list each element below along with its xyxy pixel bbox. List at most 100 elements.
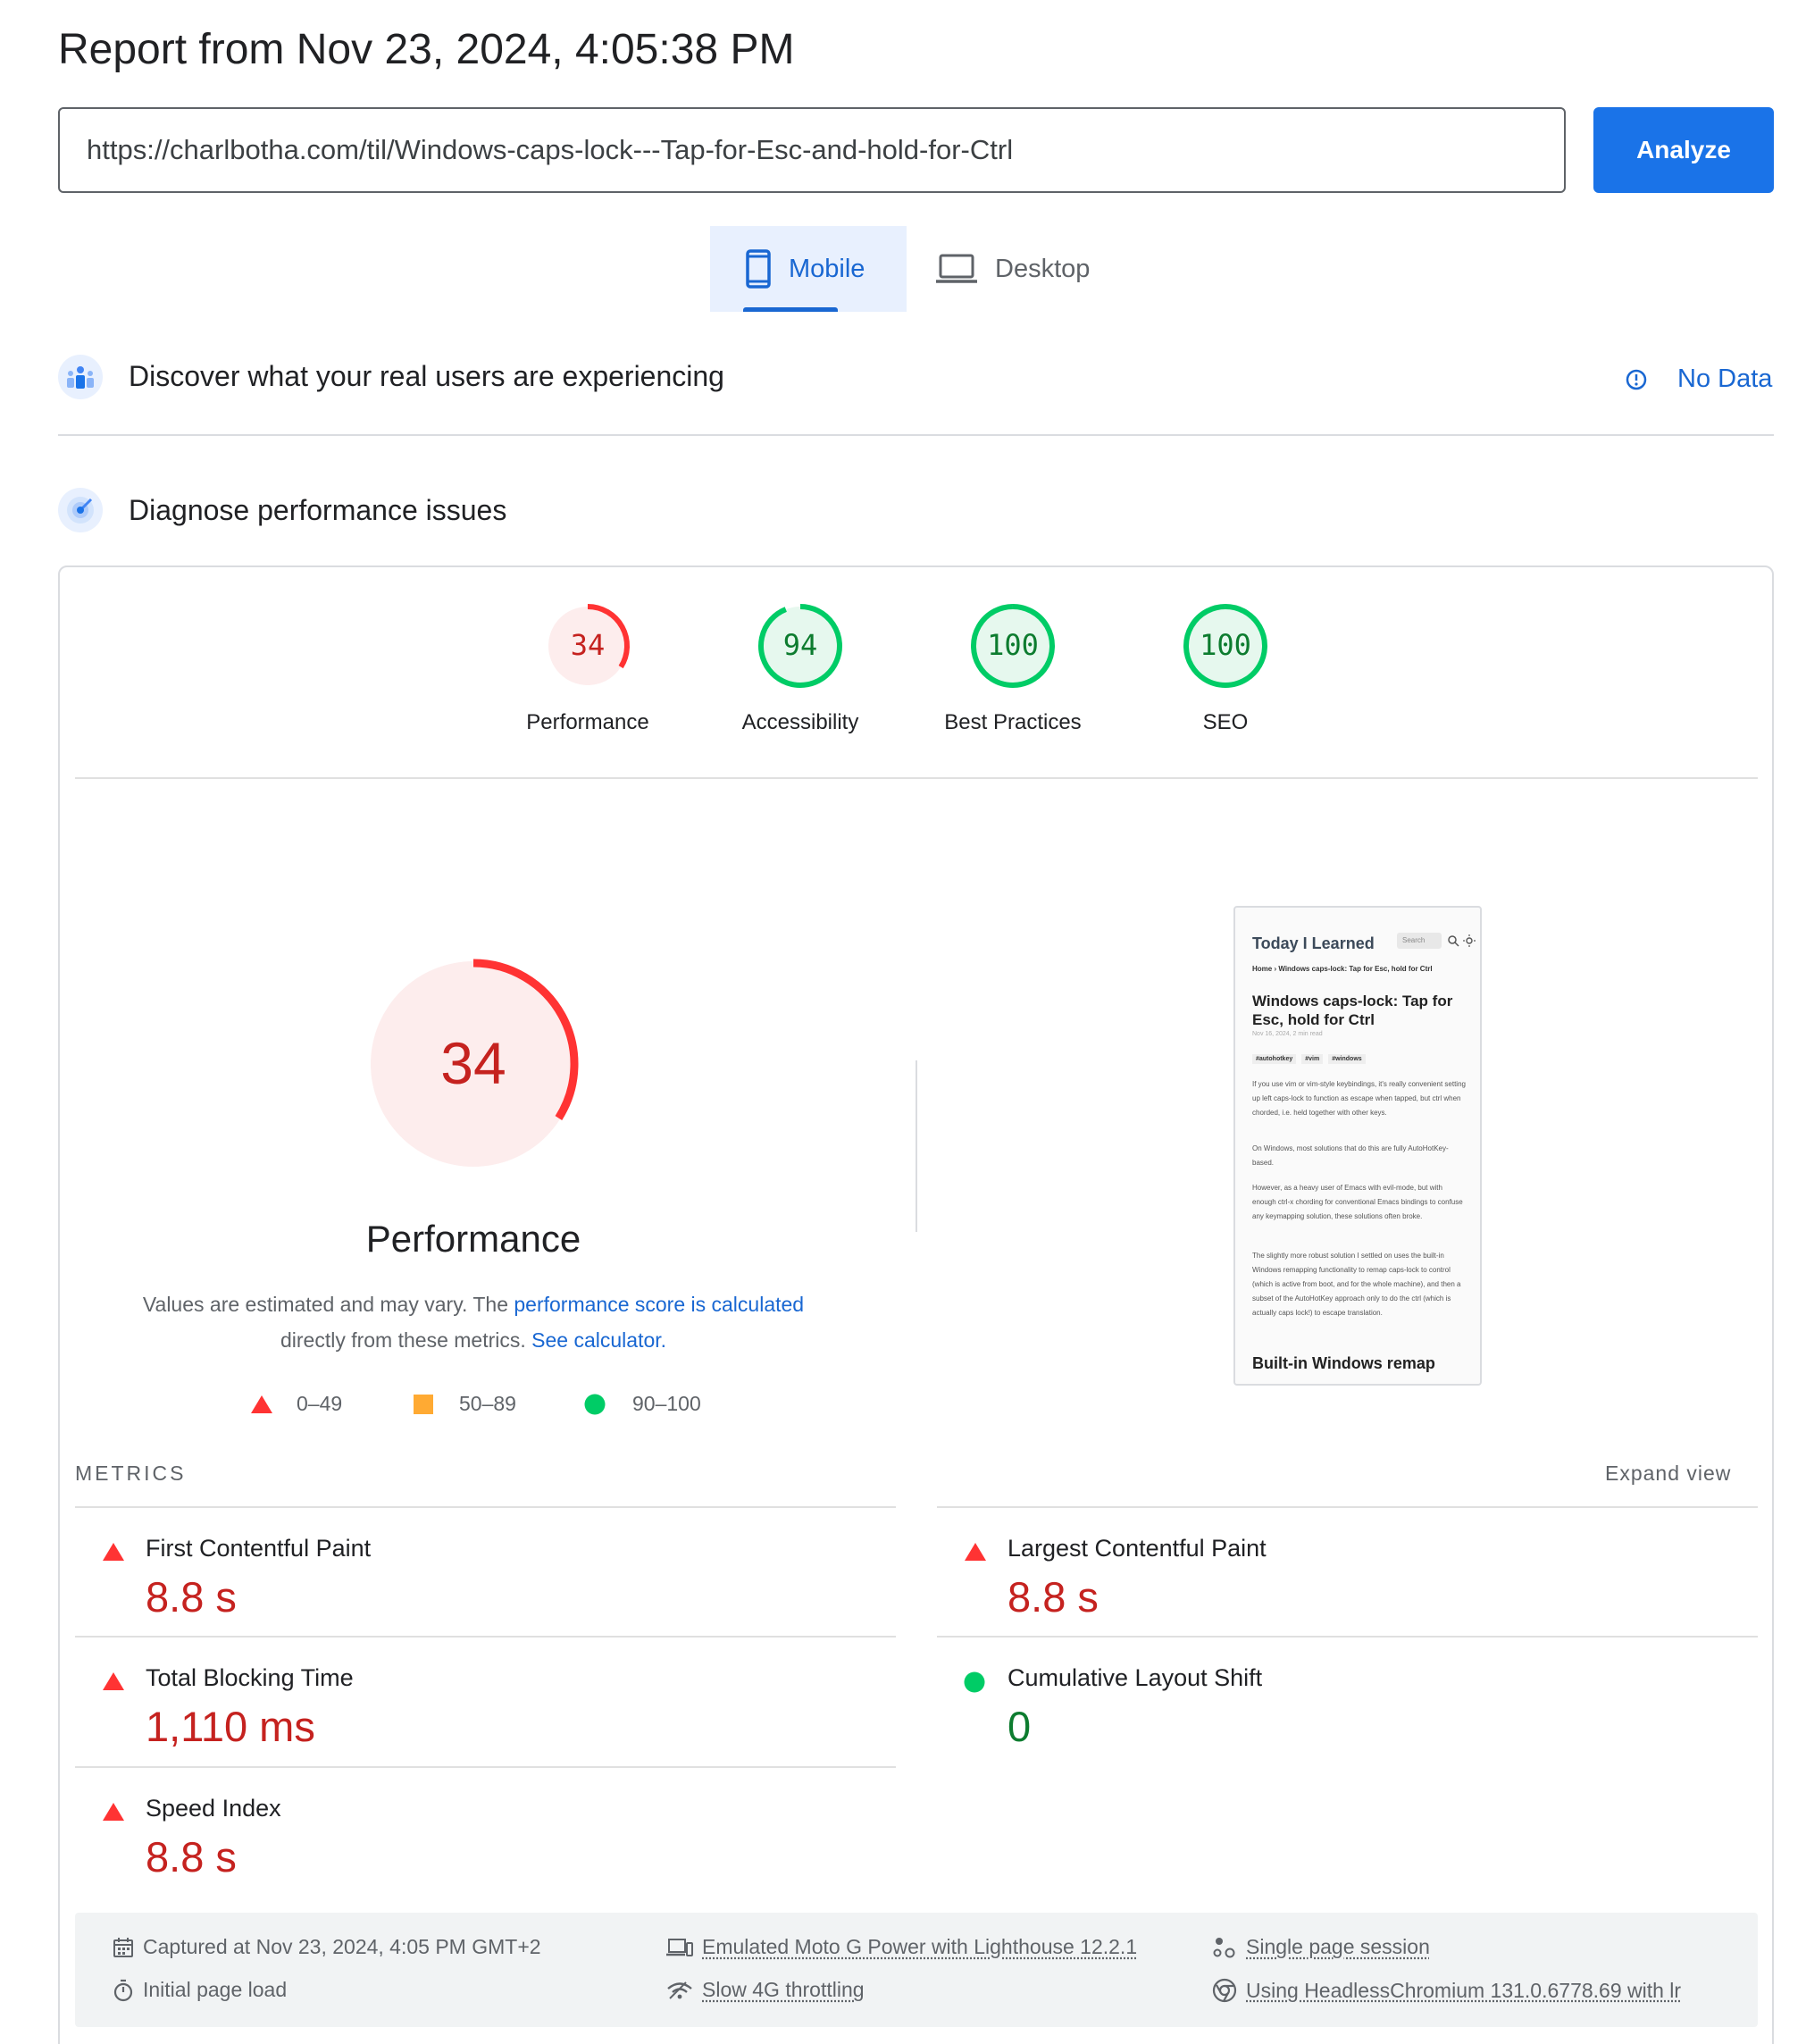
thumb-meta: Nov 16, 2024, 2 min read — [1252, 1031, 1323, 1037]
thumb-paragraph: The slightly more robust solution I sett… — [1252, 1252, 1461, 1317]
triangle-icon — [251, 1395, 272, 1413]
metric-label: Largest Contentful Paint — [1008, 1535, 1267, 1562]
fail-triangle-icon — [103, 1543, 124, 1561]
legend-average: 50–89 — [413, 1392, 516, 1416]
tab-desktop[interactable]: Desktop — [933, 226, 1112, 312]
score-gauge-accessibility[interactable]: 94 — [756, 601, 845, 691]
initial-page-load: Initial page load — [113, 1978, 287, 2002]
tab-desktop-label: Desktop — [995, 254, 1091, 283]
metrics-header: METRICS — [75, 1462, 187, 1485]
chrome-icon — [1212, 1978, 1237, 2003]
thumb-heading: Windows caps-lock: Tap for Esc, hold for… — [1252, 993, 1453, 1028]
metric-value: 8.8 s — [146, 1573, 237, 1621]
session-dots-icon — [1213, 1937, 1235, 1957]
load-text: Initial page load — [143, 1978, 288, 2001]
score-calculated-link[interactable]: performance score is calculated — [514, 1293, 804, 1316]
smartphone-icon — [746, 249, 771, 289]
legend-label: 0–49 — [297, 1392, 343, 1415]
network-throttling[interactable]: Slow 4G throttling — [666, 1978, 865, 2002]
gauge-label: Accessibility — [741, 710, 859, 734]
thumb-paragraph: On Windows, most solutions that do this … — [1252, 1144, 1449, 1167]
tab-mobile-label: Mobile — [789, 254, 865, 283]
gauge-score: 94 — [783, 628, 818, 662]
fail-triangle-icon — [103, 1672, 124, 1690]
devices-icon — [666, 1938, 693, 1956]
no-data-label: No Data — [1677, 364, 1773, 393]
metric-value: 8.8 s — [146, 1833, 237, 1881]
performance-description: Values are estimated and may vary. The p… — [80, 1286, 866, 1358]
gauge-label: Performance — [526, 710, 649, 734]
circle-icon — [584, 1394, 606, 1414]
see-calculator-link[interactable]: See calculator. — [531, 1328, 666, 1352]
thumb-paragraph: If you use vim or vim-style keybindings,… — [1252, 1080, 1466, 1117]
gauge-score: 100 — [1200, 628, 1251, 662]
big-gauge-score: 34 — [440, 1030, 506, 1096]
metric-cls: Cumulative Layout Shift 0 — [937, 1638, 1758, 1766]
page-title: Report from Nov 23, 2024, 4:05:38 PM — [58, 26, 795, 73]
thumb-tags: #autohotkey #vim #windows — [1252, 1054, 1366, 1064]
thumb-search-icon — [1448, 935, 1459, 947]
emulated-text[interactable]: Emulated Moto G Power with Lighthouse 12… — [702, 1935, 1137, 1959]
card-divider — [75, 777, 1758, 779]
captured-text: Captured at Nov 23, 2024, 4:05 PM GMT+2 — [143, 1935, 541, 1958]
metric-lcp: Largest Contentful Paint 8.8 s — [937, 1508, 1758, 1637]
thumb-search: Search — [1397, 933, 1442, 949]
crux-users-icon — [58, 355, 103, 399]
legend-label: 50–89 — [459, 1392, 516, 1415]
score-gauge-seo[interactable]: 100 — [1181, 601, 1270, 691]
thumb-tag: #autohotkey — [1252, 1054, 1297, 1064]
metric-si: Speed Index 8.8 s — [75, 1768, 896, 1897]
score-gauge-performance[interactable]: 34 — [543, 601, 632, 691]
tab-mobile[interactable]: Mobile — [710, 226, 907, 312]
captured-at: Captured at Nov 23, 2024, 4:05 PM GMT+2 — [113, 1935, 541, 1959]
url-input[interactable] — [60, 109, 1564, 191]
no-data-status[interactable]: No Data — [1626, 364, 1772, 394]
field-data-heading: Discover what your real users are experi… — [129, 360, 724, 392]
square-icon — [414, 1394, 433, 1414]
calendar-icon — [113, 1937, 133, 1957]
thumb-tag: #vim — [1301, 1054, 1324, 1064]
performance-title: Performance — [365, 1218, 581, 1260]
info-icon — [1626, 369, 1647, 390]
thumb-paragraph: However, as a heavy user of Emacs with e… — [1252, 1184, 1463, 1220]
runtime-settings: Captured at Nov 23, 2024, 4:05 PM GMT+2 … — [75, 1913, 1758, 2027]
browser-text[interactable]: Using HeadlessChromium 131.0.6778.69 wit… — [1246, 1979, 1681, 2003]
legend-fail: 0–49 — [250, 1392, 342, 1416]
metric-label: Cumulative Layout Shift — [1008, 1664, 1263, 1691]
gauge-score: 100 — [987, 628, 1039, 662]
throttling-text[interactable]: Slow 4G throttling — [702, 1978, 865, 2002]
gauge-score: 34 — [571, 628, 606, 662]
thumb-tag: #windows — [1328, 1054, 1366, 1064]
final-screenshot[interactable]: Today I Learned Search Home › Windows ca… — [1233, 906, 1482, 1386]
session-type[interactable]: Single page session — [1212, 1935, 1430, 1959]
expand-view-button[interactable]: Expand view — [1605, 1462, 1731, 1486]
lab-data-heading: Diagnose performance issues — [129, 494, 507, 526]
emulated-device[interactable]: Emulated Moto G Power with Lighthouse 12… — [666, 1935, 1137, 1959]
session-text[interactable]: Single page session — [1246, 1935, 1430, 1959]
thumb-breadcrumb: Home › Windows caps-lock: Tap for Esc, h… — [1252, 965, 1433, 973]
score-gauge-best-practices[interactable]: 100 — [968, 601, 1058, 691]
metric-value: 8.8 s — [1008, 1573, 1099, 1621]
metric-label: Speed Index — [146, 1795, 281, 1822]
metric-value: 0 — [1008, 1703, 1032, 1750]
thumb-theme-icon — [1463, 934, 1476, 947]
metric-fcp: First Contentful Paint 8.8 s — [75, 1508, 896, 1637]
url-input-wrapper[interactable] — [58, 107, 1566, 193]
lighthouse-radar-icon — [58, 488, 103, 532]
metric-label: First Contentful Paint — [146, 1535, 372, 1562]
analyze-button[interactable]: Analyze — [1593, 107, 1774, 193]
legend-pass: 90–100 — [584, 1392, 701, 1416]
stopwatch-icon — [113, 1979, 133, 2001]
browser-version[interactable]: Using HeadlessChromium 131.0.6778.69 wit… — [1212, 1978, 1681, 2003]
gauge-label: SEO — [1202, 710, 1249, 734]
gauge-label: Best Practices — [944, 710, 1082, 734]
fail-triangle-icon — [103, 1803, 124, 1821]
active-tab-indicator — [743, 307, 838, 312]
legend-label: 90–100 — [632, 1392, 701, 1415]
signal-icon — [667, 1981, 692, 1999]
pass-circle-icon — [964, 1671, 985, 1693]
laptop-icon — [936, 254, 977, 283]
thumb-subheading: Built-in Windows remap — [1252, 1354, 1435, 1372]
section-divider — [58, 434, 1774, 436]
metric-tbt: Total Blocking Time 1,110 ms — [75, 1638, 896, 1766]
